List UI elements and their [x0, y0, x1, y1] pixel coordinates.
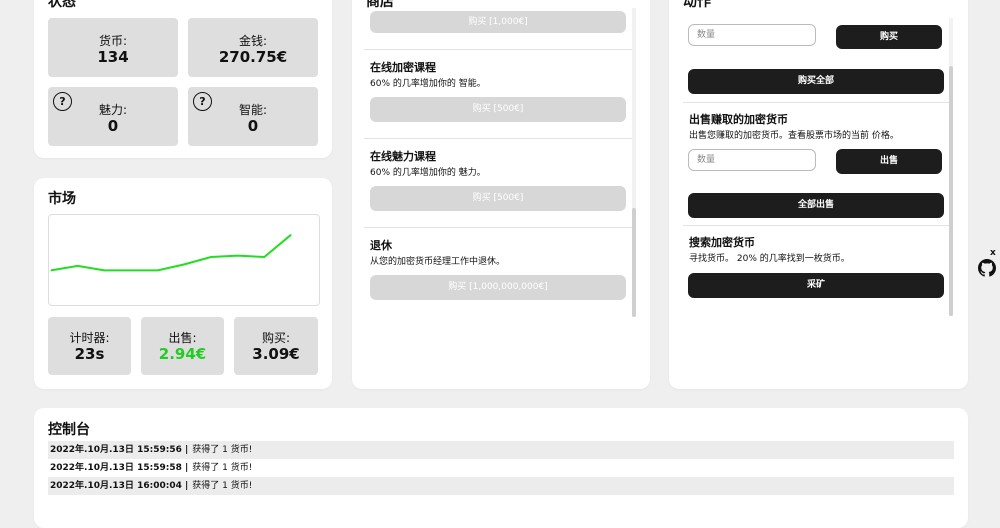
price-point [210, 256, 212, 258]
buy-price-label: 购买: [261, 331, 291, 345]
shop-scrollbar-thumb[interactable] [632, 208, 636, 317]
market-panel: 市场 计时器: 23s 出售: 2.94€ 购买: 3.09€ [34, 178, 332, 389]
log-message: 获得了 1 货币! [192, 445, 253, 455]
log-time: 2022年.10月.13日 15:59:56 | [50, 445, 189, 455]
shop-item: 退休 从您的加密货币经理工作中退休。 购买 [1,000,000,000€] [364, 228, 636, 317]
price-series-line [50, 234, 292, 272]
console-title: 控制台 [48, 422, 90, 438]
shop-item: 在线魅力课程 60% 的几率增加你的 魅力。 购买 [500€] [364, 139, 636, 228]
timer-stat: 计时器: 23s [48, 317, 131, 375]
buy-button[interactable]: 购买 [500€] [370, 186, 626, 211]
actions-list[interactable]: 购买 购买全部 出售赚取的加密货币 出售您赚取的加密货币。查看股票市场的当前 价… [683, 18, 953, 316]
github-icon[interactable] [978, 259, 996, 277]
price-point [77, 265, 79, 267]
price-chart-svg [50, 234, 292, 272]
timer-label: 计时器: [69, 331, 110, 345]
timer-value: 23s [74, 345, 105, 363]
shop-item-title: 在线加密课程 [370, 61, 436, 74]
sell-desc: 出售您赚取的加密货币。查看股票市场的当前 价格。 [689, 131, 899, 141]
coins-stat: 货币: 134 [48, 18, 178, 77]
buy-price-stat: 购买: 3.09€ [234, 317, 318, 375]
price-point [290, 234, 292, 236]
mine-section: 搜索加密货币 寻找货币。 20% 的几率找到一枚货币。 采矿 [683, 226, 953, 316]
buy-quantity-input[interactable] [688, 24, 816, 46]
charm-value: 0 [107, 117, 119, 135]
log-row: 2022年.10月.13日 16:00:04 | 获得了 1 货币! [48, 477, 954, 495]
buy-button[interactable]: 购买 [500€] [370, 97, 626, 122]
market-title: 市场 [48, 191, 76, 207]
price-point [50, 269, 52, 271]
shop-item-desc: 60% 的几率增加你的 智能。 [370, 79, 486, 89]
mine-button[interactable]: 采矿 [688, 273, 944, 298]
buy-button[interactable]: 购买 [836, 25, 942, 49]
price-point [130, 269, 132, 271]
log-row: 2022年.10月.13日 15:59:56 | 获得了 1 货币! [48, 441, 954, 459]
coins-label: 货币: [98, 34, 128, 48]
shop-list[interactable]: 购买 [1,000€] 在线加密课程 60% 的几率增加你的 智能。 购买 [5… [364, 8, 636, 317]
sell-all-button[interactable]: 全部出售 [688, 193, 944, 218]
price-chart [48, 214, 320, 306]
sell-price-stat: 出售: 2.94€ [141, 317, 224, 375]
sell-price-label: 出售: [168, 331, 197, 345]
money-stat: 金钱: 270.75€ [188, 18, 318, 77]
charm-stat: ? 魅力: 0 [48, 87, 178, 146]
log-message: 获得了 1 货币! [192, 463, 253, 473]
actions-title: 动作 [683, 0, 711, 10]
sell-quantity-input[interactable] [688, 149, 816, 171]
intel-stat: ? 智能: 0 [188, 87, 318, 146]
shop-item: 购买 [1,000€] [364, 8, 636, 50]
buy-section: 购买 购买全部 [683, 18, 953, 103]
money-value: 270.75€ [218, 48, 288, 66]
shop-item-desc: 从您的加密货币经理工作中退休。 [370, 257, 506, 267]
intel-value: 0 [247, 117, 259, 135]
price-point [263, 256, 265, 258]
mine-title: 搜索加密货币 [689, 236, 755, 249]
sell-button[interactable]: 出售 [836, 149, 942, 174]
log-time: 2022年.10月.13日 15:59:58 | [50, 463, 189, 473]
price-point [103, 269, 105, 271]
price-point [157, 269, 159, 271]
close-icon[interactable]: x [990, 248, 996, 258]
shop-panel: 商店 购买 [1,000€] 在线加密课程 60% 的几率增加你的 智能。 购买… [352, 0, 650, 389]
coins-value: 134 [97, 48, 129, 66]
shop-item-title: 退休 [370, 239, 392, 252]
status-panel: 状态 货币: 134 金钱: 270.75€ ? 魅力: 0 ? 智能: 0 [34, 0, 332, 158]
money-label: 金钱: [238, 34, 268, 48]
mine-desc: 寻找货币。 20% 的几率找到一枚货币。 [689, 254, 850, 264]
log-message: 获得了 1 货币! [192, 481, 253, 491]
price-point [237, 255, 239, 257]
actions-scrollbar[interactable] [949, 18, 953, 316]
shop-item: 在线加密课程 60% 的几率增加你的 智能。 购买 [500€] [364, 50, 636, 139]
buy-price-value: 3.09€ [252, 345, 300, 363]
log-row: 2022年.10月.13日 15:59:58 | 获得了 1 货币! [48, 459, 954, 477]
shop-item-title: 在线魅力课程 [370, 150, 436, 163]
price-point [183, 263, 185, 265]
sell-price-value: 2.94€ [158, 345, 207, 363]
shop-item-desc: 60% 的几率增加你的 魅力。 [370, 168, 486, 178]
charm-label: 魅力: [98, 103, 128, 117]
shop-scrollbar[interactable] [632, 8, 636, 317]
sell-title: 出售赚取的加密货币 [689, 113, 788, 126]
intel-label: 智能: [238, 103, 268, 117]
sell-section: 出售赚取的加密货币 出售您赚取的加密货币。查看股票市场的当前 价格。 出售 全部… [683, 103, 953, 226]
status-title: 状态 [48, 0, 76, 10]
actions-scrollbar-thumb[interactable] [949, 66, 953, 316]
buy-button[interactable]: 购买 [1,000,000,000€] [370, 275, 626, 300]
log-time: 2022年.10月.13日 16:00:04 | [50, 481, 189, 491]
buy-all-button[interactable]: 购买全部 [688, 69, 944, 94]
buy-button[interactable]: 购买 [1,000€] [370, 11, 626, 33]
actions-panel: 动作 购买 购买全部 出售赚取的加密货币 出售您赚取的加密货币。查看股票市场的当… [669, 0, 968, 389]
